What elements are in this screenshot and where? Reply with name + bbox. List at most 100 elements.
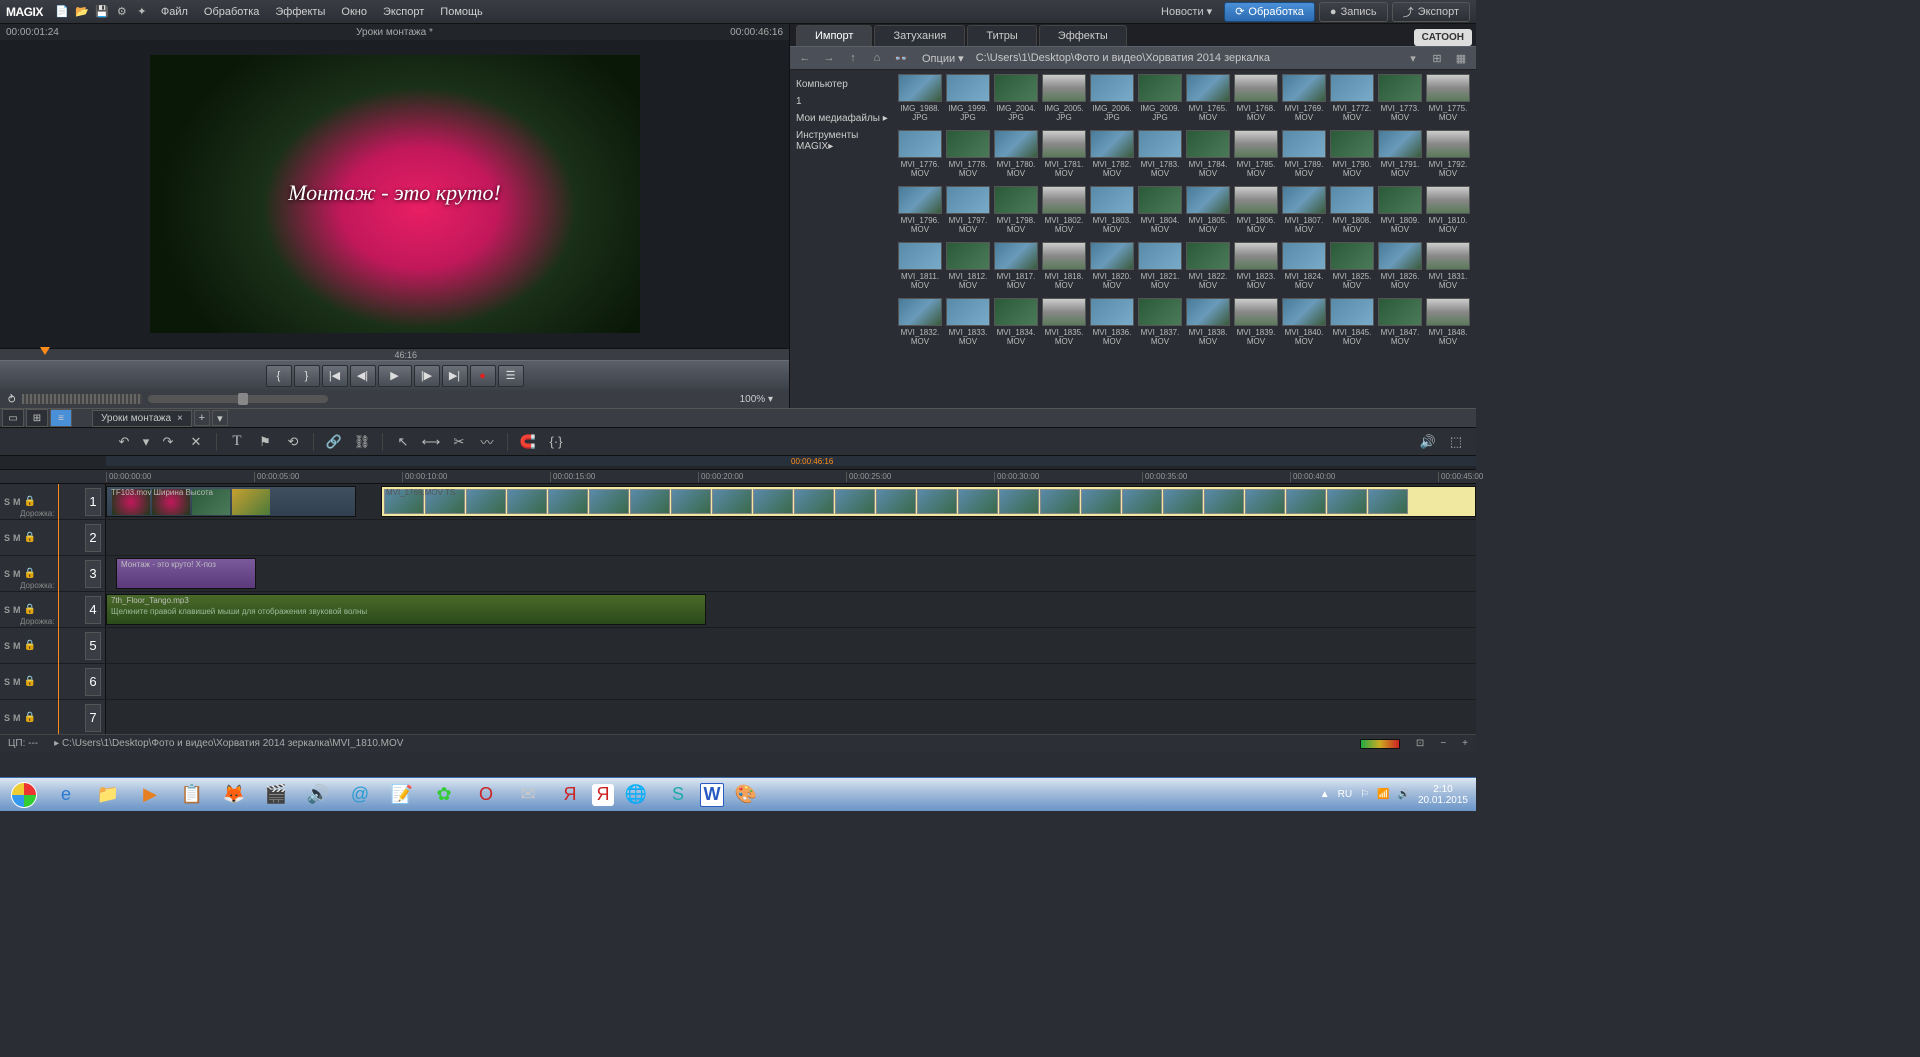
- preview-playhead-icon[interactable]: [40, 347, 50, 355]
- track-6-header[interactable]: SM🔒 6: [0, 664, 106, 699]
- track-7-body[interactable]: [106, 700, 1476, 734]
- goto-start-button[interactable]: |◀: [322, 365, 348, 387]
- new-icon[interactable]: 📄: [53, 3, 71, 21]
- media-thumbnail[interactable]: MVI_1797. MOV: [946, 186, 990, 234]
- stretch-tool-button[interactable]: ⟷: [419, 431, 443, 453]
- media-thumbnail[interactable]: MVI_1836. MOV: [1090, 298, 1134, 346]
- track-6-body[interactable]: [106, 664, 1476, 699]
- nav-home-icon[interactable]: ⌂: [868, 49, 886, 67]
- curve-tool-button[interactable]: 〰: [475, 431, 499, 453]
- media-thumbnail[interactable]: MVI_1768. MOV: [1234, 74, 1278, 122]
- media-thumbnail[interactable]: MVI_1821. MOV: [1138, 242, 1182, 290]
- media-thumbnail[interactable]: MVI_1818. MOV: [1042, 242, 1086, 290]
- track-solo-button[interactable]: S: [4, 497, 10, 507]
- taskbar-word-icon[interactable]: W: [700, 783, 724, 807]
- media-thumbnail[interactable]: MVI_1805. MOV: [1186, 186, 1230, 234]
- view-list-icon[interactable]: ⊞: [1428, 49, 1446, 67]
- list-button[interactable]: ☰: [498, 365, 524, 387]
- media-thumbnail[interactable]: MVI_1791. MOV: [1378, 130, 1422, 178]
- media-thumbnail[interactable]: MVI_1769. MOV: [1282, 74, 1326, 122]
- save-icon[interactable]: 💾: [93, 3, 111, 21]
- audio-menu-button[interactable]: 🔊: [1416, 431, 1440, 453]
- lock-icon[interactable]: 🔒: [24, 496, 36, 507]
- ripple-button[interactable]: ⟲: [281, 431, 305, 453]
- tab-import[interactable]: Импорт: [796, 25, 872, 46]
- media-thumbnail[interactable]: MVI_1845. MOV: [1330, 298, 1374, 346]
- play-button[interactable]: ▶: [378, 365, 412, 387]
- nav-back-icon[interactable]: ←: [796, 49, 814, 67]
- redo-button[interactable]: ↷: [156, 431, 180, 453]
- media-thumbnail[interactable]: MVI_1840. MOV: [1282, 298, 1326, 346]
- zoom-out-icon[interactable]: −: [1440, 738, 1446, 749]
- taskbar-chrome-icon[interactable]: 🌐: [616, 781, 656, 809]
- mode-edit-button[interactable]: ⟳ Обработка: [1224, 2, 1315, 22]
- taskbar-wmp-icon[interactable]: ▶: [130, 781, 170, 809]
- media-thumbnail[interactable]: MVI_1847. MOV: [1378, 298, 1422, 346]
- zoom-in-icon[interactable]: +: [1462, 738, 1468, 749]
- track-1-body[interactable]: TF103.mov Ширина Высота MVI_1769.MOV TS: [106, 484, 1476, 519]
- media-thumbnail[interactable]: MVI_1823. MOV: [1234, 242, 1278, 290]
- shuttle-icon[interactable]: [22, 394, 142, 404]
- tray-network-icon[interactable]: 📶: [1377, 789, 1389, 800]
- timeline-range-ruler[interactable]: 00:00:46:16: [0, 456, 1476, 470]
- nav-binoculars-icon[interactable]: 👓: [892, 49, 910, 67]
- media-thumbnail[interactable]: MVI_1798. MOV: [994, 186, 1038, 234]
- track-solo-button[interactable]: S: [4, 569, 10, 579]
- tray-volume-icon[interactable]: 🔊: [1397, 789, 1409, 800]
- start-button[interactable]: [4, 780, 44, 810]
- media-thumbnail[interactable]: MVI_1780. MOV: [994, 130, 1038, 178]
- taskbar-opera-icon[interactable]: O: [466, 781, 506, 809]
- zoom-fit-icon[interactable]: ⊡: [1416, 738, 1424, 749]
- media-thumbnail[interactable]: MVI_1772. MOV: [1330, 74, 1374, 122]
- track-5-header[interactable]: SM🔒 5: [0, 628, 106, 663]
- taskbar-explorer-icon[interactable]: 📁: [88, 781, 128, 809]
- record-button[interactable]: ●: [470, 365, 496, 387]
- add-tab-button[interactable]: +: [194, 410, 210, 426]
- media-thumbnail[interactable]: MVI_1803. MOV: [1090, 186, 1134, 234]
- media-thumbnail[interactable]: MVI_1790. MOV: [1330, 130, 1374, 178]
- track-solo-button[interactable]: S: [4, 641, 10, 651]
- media-thumbnail[interactable]: MVI_1802. MOV: [1042, 186, 1086, 234]
- media-thumbnail[interactable]: MVI_1785. MOV: [1234, 130, 1278, 178]
- media-thumbnail[interactable]: MVI_1776. MOV: [898, 130, 942, 178]
- media-thumbnail[interactable]: IMG_2006. JPG: [1090, 74, 1134, 122]
- tray-up-icon[interactable]: ▲: [1320, 789, 1330, 800]
- nav-up-icon[interactable]: ↑: [844, 49, 862, 67]
- media-thumbnail[interactable]: MVI_1804. MOV: [1138, 186, 1182, 234]
- path-dropdown-icon[interactable]: ▾: [1404, 49, 1422, 67]
- cut-tool-button[interactable]: ✂: [447, 431, 471, 453]
- media-thumbnail[interactable]: MVI_1782. MOV: [1090, 130, 1134, 178]
- pointer-tool-button[interactable]: ↖: [391, 431, 415, 453]
- media-thumbnail[interactable]: IMG_2004. JPG: [994, 74, 1038, 122]
- taskbar-amigo-icon[interactable]: ✉: [508, 781, 548, 809]
- track-solo-button[interactable]: S: [4, 533, 10, 543]
- track-3-header[interactable]: S M 🔒 Дорожка: 3: [0, 556, 106, 591]
- clip-video-2[interactable]: MVI_1769.MOV TS: [381, 486, 1476, 517]
- next-frame-button[interactable]: |▶: [414, 365, 440, 387]
- track-mute-button[interactable]: M: [13, 641, 21, 651]
- taskbar-notes-icon[interactable]: 📝: [382, 781, 422, 809]
- tray-clock[interactable]: 2:10 20.01.2015: [1418, 784, 1468, 806]
- view-grid-icon[interactable]: ▦: [1452, 49, 1470, 67]
- taskbar-mail-icon[interactable]: @: [340, 781, 380, 809]
- tree-computer[interactable]: Компьютер: [794, 76, 890, 93]
- media-thumbnail[interactable]: MVI_1826. MOV: [1378, 242, 1422, 290]
- menu-file[interactable]: Файл: [153, 6, 196, 18]
- settings-icon[interactable]: ⚙: [113, 3, 131, 21]
- track-mute-button[interactable]: M: [13, 605, 21, 615]
- media-thumbnail[interactable]: MVI_1824. MOV: [1282, 242, 1326, 290]
- tray-flag-icon[interactable]: ⚐: [1360, 789, 1369, 800]
- tree-mymedia[interactable]: Мои медиафайлы ▸: [794, 110, 890, 127]
- media-thumbnail[interactable]: MVI_1820. MOV: [1090, 242, 1134, 290]
- track-mute-button[interactable]: M: [13, 533, 21, 543]
- tray-lang[interactable]: RU: [1338, 789, 1352, 800]
- track-1-header[interactable]: S M 🔒 Дорожка: 1: [0, 484, 106, 519]
- media-thumbnail[interactable]: MVI_1773. MOV: [1378, 74, 1422, 122]
- media-thumbnail[interactable]: MVI_1834. MOV: [994, 298, 1038, 346]
- lock-icon[interactable]: 🔒: [24, 568, 36, 579]
- jog-icon[interactable]: ⥁: [8, 393, 16, 406]
- media-thumbnail[interactable]: MVI_1765. MOV: [1186, 74, 1230, 122]
- media-thumbnail[interactable]: IMG_1999. JPG: [946, 74, 990, 122]
- title-tool-button[interactable]: T: [225, 431, 249, 453]
- track-3-body[interactable]: Монтаж - это круто! X-поз: [106, 556, 1476, 591]
